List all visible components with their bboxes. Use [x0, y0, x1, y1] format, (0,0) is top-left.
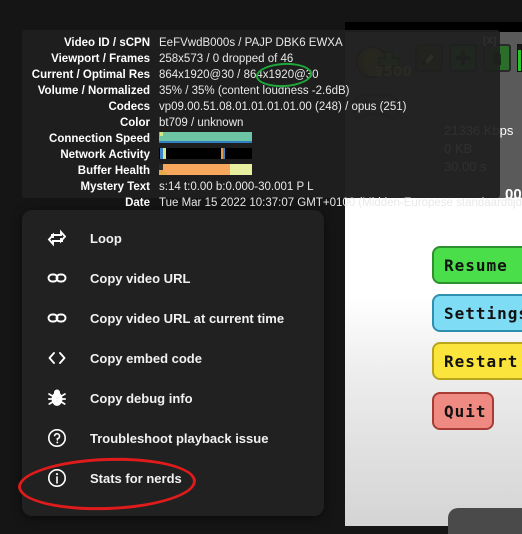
link-icon [46, 307, 68, 329]
top-letterbox [0, 0, 522, 22]
stats-row-value: vp09.00.51.08.01.01.01.01.00 (248) / opu… [159, 101, 407, 113]
stats-row-key: Mystery Text [80, 181, 150, 193]
stats-row: Network Activity [22, 148, 500, 163]
stats-row-value: Tue Mar 15 2022 10:37:07 GMT+0100 (Midde… [159, 197, 522, 209]
stats-row: Codecs vp09.00.51.08.01.01.01.01.00 (248)… [22, 100, 500, 115]
menu-item-label: Copy video URL at current time [90, 310, 285, 326]
buffer-health-graph [159, 164, 252, 175]
question-circle-icon [46, 427, 68, 449]
settings-button[interactable]: Settings [432, 294, 522, 332]
quit-button[interactable]: Quit [432, 392, 494, 430]
stats-row: Video ID / sCPN Ee­FVwdB000s / PAJP DBK6 … [22, 36, 500, 51]
stats-row: Volume / Normalized 35% / 35% (content lo… [22, 84, 500, 99]
stats-row-key: Viewport / Frames [51, 53, 150, 65]
menu-item-copy-debug-info[interactable]: Copy debug info [22, 378, 324, 418]
stats-row-key: Connection Speed [49, 133, 150, 145]
menu-item-loop[interactable]: Loop [22, 218, 324, 258]
menu-item-label: Loop [90, 230, 122, 246]
stats-row-key: Codecs [108, 101, 150, 113]
loop-icon [46, 227, 68, 249]
stats-row-key: Current / Optimal Res [31, 69, 150, 81]
stats-row: Viewport / Frames 258x573 / 0 dropped of … [22, 52, 500, 67]
link-icon [46, 267, 68, 289]
resume-button[interactable]: Resume [432, 246, 522, 284]
stats-row-key: Network Activity [60, 149, 150, 161]
menu-item-label: Copy video URL [90, 270, 191, 286]
menu-item-label: Copy embed code [90, 350, 202, 366]
stats-row: Color bt709 / unknown [22, 116, 500, 131]
stats-row-key: Color [119, 117, 150, 129]
code-icon [46, 347, 68, 369]
menu-item-copy-video-url-at-current-time[interactable]: Copy video URL at current time [22, 298, 324, 338]
stats-row-value: s:14 t:0.00 b:0.000-30.001 P L [159, 181, 314, 193]
menu-item-label: Stats for nerds [90, 470, 182, 486]
page-root: 3500 [X] 21336 Kbps 0 KB 30.00 s 00 [0, 0, 522, 534]
stats-row: Connection Speed [22, 132, 500, 147]
stats-row: Current / Optimal Res 864x1920@30 / 864x1… [22, 68, 500, 83]
restart-button[interactable]: Restart [432, 342, 522, 380]
connection-speed-graph [159, 132, 252, 143]
menu-item-stats-for-nerds[interactable]: Stats for nerds [22, 458, 324, 498]
menu-item-copy-video-url[interactable]: Copy video URL [22, 258, 324, 298]
stats-row: Date Tue Mar 15 2022 10:37:07 GMT+0100 (M… [22, 196, 522, 211]
stats-for-nerds-panel: Video ID / sCPN Ee­FVwdB000s / PAJP DBK6 … [22, 30, 522, 209]
stats-row: Buffer Health [22, 164, 500, 179]
bug-icon [46, 387, 68, 409]
stats-row-value: bt709 / unknown [159, 117, 244, 129]
stats-row-key: Video ID / sCPN [63, 37, 150, 49]
network-activity-graph [159, 148, 252, 159]
menu-item-label: Troubleshoot playback issue [90, 430, 269, 446]
stats-row-value: 258x573 / 0 dropped of 46 [159, 53, 294, 65]
context-menu: Loop Copy video URL Copy video URL at curr… [22, 210, 324, 516]
stats-row-value: 864x1920@30 / 864x1920@30 [159, 69, 319, 81]
stats-row-value: Ee­FVwdB000s / PAJP DBK6 EWXA [159, 37, 343, 49]
info-circle-icon [46, 467, 68, 489]
stats-row: Mystery Text s:14 t:0.00 b:0.000-30.001 P… [22, 180, 500, 195]
bottom-dark-button[interactable] [448, 508, 522, 534]
stats-row-value: 35% / 35% (content loudness -2.6dB) [159, 85, 350, 97]
health-bar-1 [517, 44, 522, 72]
menu-item-copy-embed-code[interactable]: Copy embed code [22, 338, 324, 378]
stats-row-key: Buffer Health [77, 165, 150, 177]
menu-item-label: Copy debug info [90, 390, 193, 406]
stats-row-key: Date [125, 197, 150, 209]
menu-item-troubleshoot-playback-issue[interactable]: Troubleshoot playback issue [22, 418, 324, 458]
stats-row-key: Volume / Normalized [37, 85, 150, 97]
